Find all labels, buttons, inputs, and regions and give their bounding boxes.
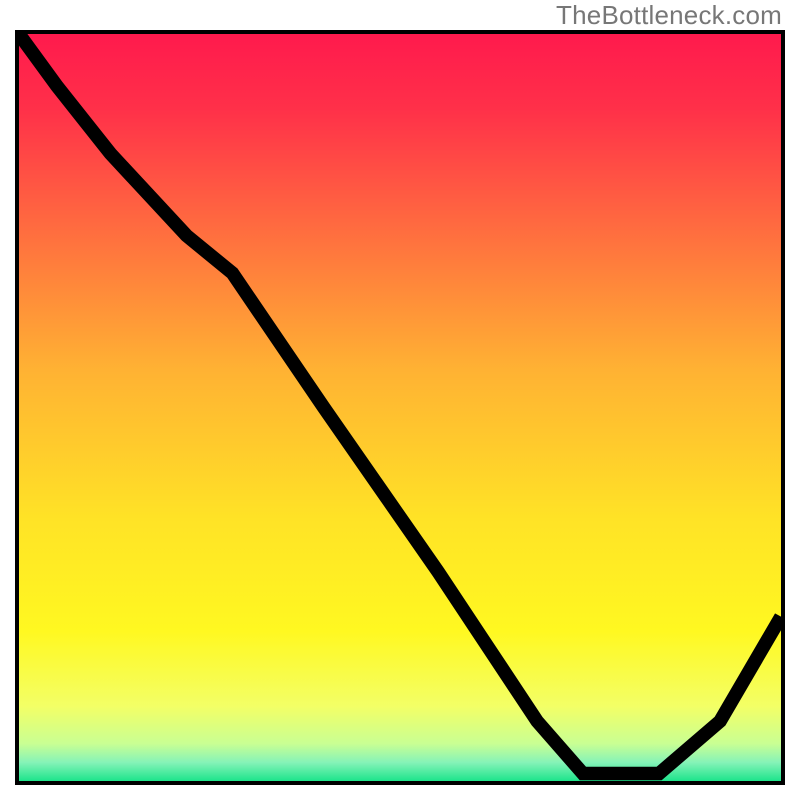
attribution-text: TheBottleneck.com (556, 0, 782, 31)
chart-plot-area (15, 30, 785, 785)
chart-svg (19, 34, 781, 781)
background-gradient (19, 34, 781, 781)
